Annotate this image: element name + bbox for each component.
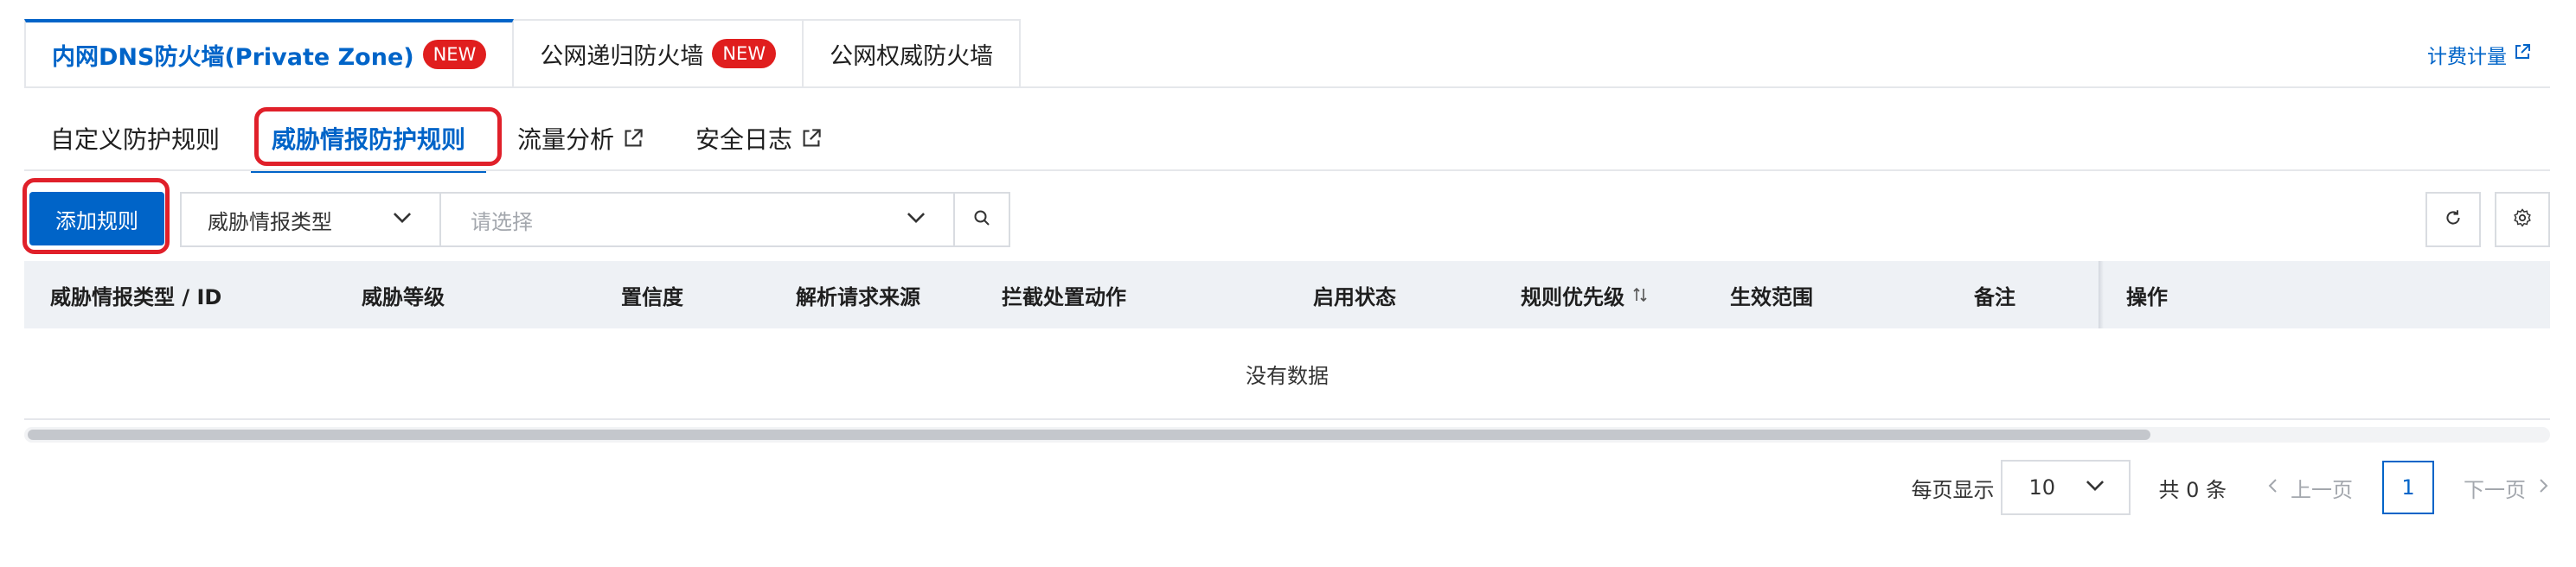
scrollbar-thumb[interactable] (28, 430, 2150, 440)
chevron-down-icon (905, 206, 927, 233)
chevron-down-icon (391, 206, 413, 233)
external-link-icon (623, 128, 644, 149)
chevron-left-icon (2265, 475, 2282, 500)
new-badge: NEW (422, 40, 487, 69)
sub-tabs: 自定义防护规则 威胁情报防护规则 流量分析 安全日志 (24, 105, 848, 173)
divider (24, 86, 2550, 88)
threat-type-select[interactable]: 威胁情报类型 (182, 194, 441, 245)
column-header-threat-type: 威胁情报类型 / ID (50, 284, 222, 309)
chevron-right-icon (2534, 475, 2552, 500)
pagination: 每页显示 10 共 0 条 上一页 1 下一页 (1911, 460, 2552, 515)
billing-link-label: 计费计量 (2427, 46, 2507, 68)
column-header-block-action: 拦截处置动作 (1002, 284, 1126, 309)
table-empty-state: 没有数据 (24, 328, 2550, 420)
chevron-down-icon (2084, 474, 2106, 501)
column-label: 规则优先级 (1521, 284, 1624, 309)
tab-label: 公网递归防火墙 (540, 42, 704, 70)
tab-traffic-analysis[interactable]: 流量分析 (491, 105, 670, 171)
search-button[interactable] (955, 194, 1009, 245)
sticky-column-shadow (2099, 261, 2104, 328)
tab-label: 自定义防护规则 (50, 125, 221, 154)
tab-label: 内网DNS防火墙(Private Zone) (52, 43, 414, 71)
prev-page-label: 上一页 (2291, 477, 2353, 502)
search-icon (973, 209, 990, 230)
external-link-icon (2514, 43, 2531, 66)
next-page-label: 下一页 (2464, 477, 2526, 502)
table-header: 威胁情报类型 / ID 威胁等级 置信度 解析请求来源 拦截处置动作 启用状态 … (24, 261, 2550, 328)
tab-label: 流量分析 (517, 125, 615, 154)
total-count: 共 0 条 (2158, 477, 2227, 502)
new-badge: NEW (712, 39, 777, 68)
threat-value-select[interactable]: 请选择 (441, 194, 955, 245)
column-header-priority[interactable]: 规则优先级 (1521, 261, 1649, 328)
tab-public-recursive-firewall[interactable]: 公网递归防火墙 NEW (514, 19, 804, 88)
next-page-button[interactable]: 下一页 (2464, 473, 2552, 503)
gear-icon (2512, 207, 2533, 232)
per-page-label: 每页显示 (1911, 477, 1995, 502)
tab-public-authoritative-firewall[interactable]: 公网权威防火墙 (804, 19, 1022, 88)
empty-text: 没有数据 (1246, 363, 1329, 388)
page-number-current[interactable]: 1 (2382, 461, 2434, 514)
tab-threat-intel-rules[interactable]: 威胁情报防护规则 (246, 105, 491, 173)
page-size-select[interactable]: 10 (2001, 460, 2131, 515)
add-rule-button[interactable]: 添加规则 (29, 192, 164, 245)
tab-security-log[interactable]: 安全日志 (670, 105, 848, 171)
horizontal-scrollbar[interactable] (24, 427, 2550, 443)
tab-label: 安全日志 (695, 125, 793, 154)
filter-bar: 威胁情报类型 请选择 (180, 192, 1010, 247)
settings-button[interactable] (2495, 192, 2550, 247)
sort-icon[interactable] (1631, 286, 1649, 303)
column-header-request-source: 解析请求来源 (796, 284, 920, 309)
column-header-threat-level: 威胁等级 (362, 284, 445, 309)
tab-label: 威胁情报防护规则 (272, 125, 466, 154)
external-link-icon (801, 128, 822, 149)
top-tabs: 内网DNS防火墙(Private Zone) NEW 公网递归防火墙 NEW 公… (24, 19, 1022, 88)
billing-link[interactable]: 计费计量 (2427, 40, 2531, 69)
tab-label: 公网权威防火墙 (830, 42, 994, 70)
tab-custom-rules[interactable]: 自定义防护规则 (24, 105, 246, 171)
page-size-value: 10 (2028, 475, 2056, 500)
column-header-remark: 备注 (1974, 284, 2015, 309)
select-placeholder: 请选择 (471, 209, 533, 234)
threat-type-label: 威胁情报类型 (208, 209, 332, 234)
column-header-scope: 生效范围 (1730, 284, 1813, 309)
prev-page-button[interactable]: 上一页 (2265, 473, 2353, 503)
divider (24, 169, 2550, 171)
tab-private-zone-firewall[interactable]: 内网DNS防火墙(Private Zone) NEW (24, 19, 515, 88)
column-header-confidence: 置信度 (621, 284, 683, 309)
refresh-button[interactable] (2425, 192, 2481, 247)
column-header-actions: 操作 (2126, 284, 2168, 309)
refresh-icon (2444, 208, 2463, 231)
column-header-enable-status: 启用状态 (1313, 284, 1396, 309)
